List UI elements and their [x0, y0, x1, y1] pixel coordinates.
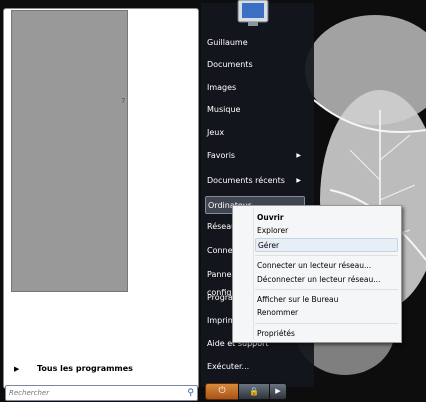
start-menu-item-label: Favoris — [207, 151, 236, 160]
power-icon: ⏻ — [218, 386, 226, 396]
context-menu-item-7[interactable]: Renommer — [255, 306, 398, 320]
context-menu-item-1[interactable]: Ouvrir — [255, 211, 398, 225]
start-menu-item-label: Exécuter... — [207, 362, 250, 371]
redacted-program-list — [11, 10, 128, 292]
all-programs-label: Tous les programmes — [37, 364, 133, 373]
power-controls: ⏻ 🔒 ▶ — [205, 383, 287, 400]
context-menu-separator — [255, 255, 398, 256]
context-menu-item-3[interactable]: Gérer — [255, 238, 398, 252]
context-menu-separator — [255, 323, 398, 324]
context-menu-item-5[interactable]: Déconnecter un lecteur réseau... — [255, 273, 398, 287]
start-menu-item-1[interactable]: Guillaume — [205, 34, 305, 52]
context-menu: Ouvrir Explorer Gérer Connecter un lecteur … — [232, 205, 402, 343]
start-menu-item-3[interactable]: Images — [205, 79, 305, 97]
chevron-right-icon: ▶ — [296, 177, 301, 184]
start-menu-item-label: Documents récents — [207, 176, 285, 185]
arrow-right-icon: ▶ — [275, 387, 281, 395]
search-input[interactable] — [9, 386, 179, 400]
start-menu-item-label: Guillaume — [207, 38, 248, 47]
chevron-right-icon: ▶ — [296, 152, 301, 159]
shutdown-options-button[interactable]: ▶ — [269, 383, 287, 400]
start-menu-item-label: Documents — [207, 60, 253, 69]
search-icon[interactable]: ⚲ — [187, 386, 194, 400]
search-box[interactable]: ⚲ — [5, 385, 198, 401]
start-menu-item-2[interactable]: Documents — [205, 56, 305, 74]
start-menu-item-label: Musique — [207, 105, 241, 114]
user-picture-icon — [232, 0, 274, 28]
context-menu-item-8[interactable]: Propriétés — [255, 327, 398, 341]
context-menu-item-6[interactable]: Afficher sur le Bureau — [255, 293, 398, 307]
start-menu-item-7[interactable]: Documents récents ▶ — [205, 172, 305, 190]
lock-icon: 🔒 — [249, 387, 259, 396]
context-menu-gutter — [253, 208, 254, 340]
context-menu-item-2[interactable]: Explorer — [255, 224, 398, 238]
start-menu-item-15[interactable]: Exécuter... — [205, 358, 305, 376]
power-button[interactable]: ⏻ — [205, 383, 239, 400]
triangle-right-icon: ▶ — [14, 365, 20, 373]
all-programs-button[interactable]: ▶ Tous les programmes — [5, 360, 190, 378]
context-menu-separator — [255, 289, 398, 290]
start-menu-item-4[interactable]: Musique — [205, 101, 305, 119]
lock-button[interactable]: 🔒 — [238, 383, 270, 400]
start-menu-item-label: Jeux — [207, 128, 225, 137]
start-menu-item-5[interactable]: Jeux — [205, 124, 305, 142]
stray-text: 7 — [121, 97, 126, 105]
start-menu-item-label: Images — [207, 83, 237, 92]
start-menu-item-6[interactable]: Favoris ▶ — [205, 147, 305, 165]
context-menu-item-4[interactable]: Connecter un lecteur réseau... — [255, 259, 398, 273]
